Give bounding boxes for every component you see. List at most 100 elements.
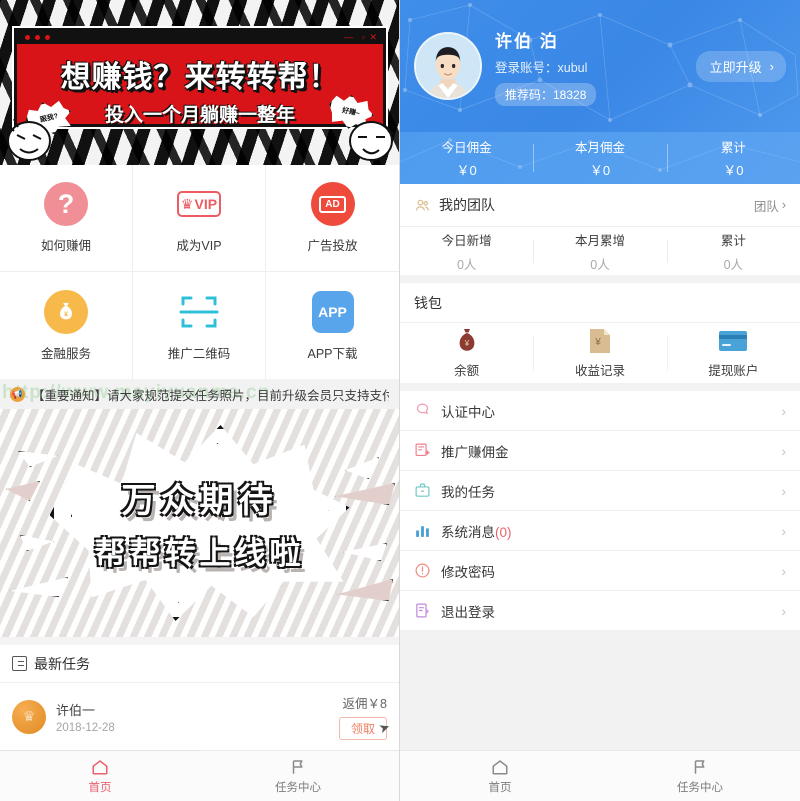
promote-earn-icon (414, 442, 431, 459)
task-right: 返佣￥8 领取 ➤ (338, 693, 392, 740)
notice-bar[interactable]: http://www.mayiyuanma.cn 📢 【重要通知】请大家规范提交… (0, 379, 399, 409)
grid-item-app-download[interactable]: APP APP下载 (266, 272, 399, 379)
menu-item-promote-earn[interactable]: 推广赚佣金 › (400, 431, 800, 471)
titlebar-dot (45, 35, 50, 40)
overlapping-tabbar-duplicate: 任务中心 首页 (198, 750, 399, 801)
cartoon-face-left-icon (2, 111, 56, 163)
team-stat-label: 今日新增 (441, 233, 492, 248)
team-stats-row: 今日新增 0人 本月累增 0人 累计 0人 (400, 227, 800, 283)
grid-item-promo-qrcode[interactable]: 推广二维码 (133, 272, 266, 379)
money-bag-icon: ¥ (44, 289, 88, 334)
home-icon (491, 758, 509, 776)
tab-task-center[interactable]: 任务中心 (600, 758, 800, 795)
grid-item-label: APP下载 (307, 346, 358, 361)
latest-tasks-title: 最新任务 (34, 655, 90, 672)
certification-icon (414, 402, 431, 419)
tab-task-center-duplicate[interactable]: 任务中心 (198, 758, 398, 795)
table-row[interactable]: ♛ 许伯一 2018-12-28 返佣￥8 领取 ➤ (0, 683, 399, 750)
upgrade-button[interactable]: 立即升级 › (695, 50, 786, 82)
referral-code-badge: 推荐码：18328 (495, 82, 597, 106)
bank-card-icon (719, 328, 748, 354)
chevron-right-icon: › (769, 58, 774, 74)
team-people-icon (414, 197, 431, 214)
avatar[interactable] (414, 32, 482, 100)
wallet-item-label: 提现账户 (708, 363, 759, 378)
latest-tasks-header: 最新任务 (0, 645, 399, 683)
claim-button[interactable]: 领取 ➤ (338, 717, 392, 740)
tab-home[interactable]: 首页 (400, 758, 600, 795)
profile-header: 许伯 泊 登录账号：xubul 推荐码：18328 立即升级 › (400, 0, 800, 132)
profile-menu-list: 认证中心 › 推广赚佣金 › 我的任务 › 系统消息(0) › 修改密码 › 退… (400, 391, 800, 631)
wallet-item-balance[interactable]: ¥ 余额 (400, 328, 533, 379)
menu-item-label: 我的任务 (441, 484, 495, 500)
team-stat-value: 0人 (590, 257, 610, 272)
tab-home[interactable]: 首页 (0, 758, 200, 795)
wallet-item-label: 余额 (454, 363, 480, 378)
user-account: 登录账号：xubul (495, 60, 588, 75)
wallet-item-withdraw-account[interactable]: 提现账户 (666, 328, 800, 379)
vip-text: VIP (194, 196, 218, 212)
menu-item-my-tasks[interactable]: 我的任务 › (400, 471, 800, 511)
commission-stats-bar: 今日佣金 ￥0 本月佣金 ￥0 累计 ￥0 (400, 132, 800, 184)
hero-headline: 想赚钱？来转转帮！ (60, 61, 340, 94)
menu-item-logout[interactable]: 退出登录 › (400, 591, 800, 631)
menu-item-certification[interactable]: 认证中心 › (400, 391, 800, 431)
stat-today-commission: 今日佣金 ￥0 (400, 137, 533, 179)
svg-text:¥: ¥ (463, 339, 469, 348)
menu-item-label: 认证中心 (441, 404, 495, 420)
feature-icon-grid: ? 如何赚佣 ♛ VIP 成为VIP AD 广告投放 ¥ 金融服务 推广二维码 … (0, 165, 399, 379)
latest-tasks-card: 最新任务 ♛ 许伯一 2018-12-28 返佣￥8 领取 ➤ (0, 645, 399, 750)
promo-line-2: 帮帮转上线啦 (94, 536, 305, 571)
task-user-name: 许伯一 (56, 702, 96, 718)
right-pane-filler (400, 631, 800, 751)
ad-billboard-icon: AD (310, 182, 355, 226)
notice-text: 【重要通知】请大家规范提交任务照片，目前升级会员只支持支付宝 (32, 388, 389, 403)
grid-item-financial-service[interactable]: ¥ 金融服务 (0, 272, 133, 379)
promo-banner[interactable]: 万众期待 帮帮转上线啦 (0, 409, 399, 637)
chart-bars-icon (414, 522, 431, 539)
menu-item-change-password[interactable]: 修改密码 › (400, 551, 800, 591)
menu-item-system-messages[interactable]: 系统消息(0) › (400, 511, 800, 551)
chevron-right-icon: › (781, 482, 786, 499)
flag-icon (691, 758, 709, 776)
close-icon: ✕ (369, 32, 377, 42)
my-team-header[interactable]: 我的团队 团队 › (400, 184, 800, 227)
vip-crown-icon: ♛ VIP (177, 182, 221, 226)
minimize-icon: — (344, 32, 353, 42)
grid-item-label: 如何赚佣 (40, 239, 91, 253)
hero-banner[interactable]: — ▫ ✕ 想赚钱？来转转帮！ 投入一个月躺赚一整年 跟我? 好赚~ (0, 0, 399, 165)
chevron-right-icon: › (781, 402, 786, 419)
stat-value: ￥0 (589, 163, 611, 178)
team-more-label: 团队 (753, 199, 779, 214)
user-avatar-icon (416, 34, 480, 98)
wallet-items-row: ¥ 余额 ¥ 收益记录 提现账户 (400, 323, 800, 391)
stat-month-commission: 本月佣金 ￥0 (533, 137, 666, 179)
team-stat-total: 累计 0人 (666, 230, 800, 273)
tab-label: 首页 (488, 781, 512, 794)
mouse-cursor-icon: ➤ (376, 718, 393, 737)
task-date: 2018-12-28 (56, 721, 115, 734)
hero-subheadline: 投入一个月躺赚一整年 (104, 105, 295, 126)
tab-label: 首页 (88, 781, 112, 794)
grid-item-how-to-earn[interactable]: ? 如何赚佣 (0, 165, 133, 272)
my-team-section: 我的团队 团队 › 今日新增 0人 本月累增 0人 累计 0人 (400, 184, 800, 283)
qr-scan-icon (177, 290, 221, 334)
wallet-title: 钱包 (400, 283, 800, 323)
tab-label: 任务中心 (677, 781, 723, 794)
promo-line-1: 万众期待 (121, 482, 278, 520)
right-pane-profile: 许伯 泊 登录账号：xubul 推荐码：18328 立即升级 › 今日佣金 ￥0 (400, 0, 800, 801)
wallet-item-earnings[interactable]: ¥ 收益记录 (533, 328, 666, 379)
team-stat-label: 累计 (720, 233, 746, 248)
wallet-section: 钱包 ¥ 余额 ¥ 收益记录 提现账户 (400, 283, 800, 391)
grid-item-advertising[interactable]: AD 广告投放 (266, 165, 399, 272)
grid-item-label: 推广二维码 (167, 346, 231, 361)
upgrade-button-label: 立即升级 (709, 59, 762, 75)
wallet-item-label: 收益记录 (574, 363, 625, 378)
question-mark-icon: ? (44, 182, 88, 226)
claim-button-label: 领取 (350, 722, 375, 736)
promo-text-block: 万众期待 帮帮转上线啦 (0, 473, 399, 573)
grid-item-become-vip[interactable]: ♛ VIP 成为VIP (133, 165, 266, 272)
team-more-link[interactable]: 团队 › (754, 196, 786, 215)
left-pane-home: — ▫ ✕ 想赚钱？来转转帮！ 投入一个月躺赚一整年 跟我? 好赚~ ? 如何赚… (0, 0, 400, 801)
task-rebate-amount: 返佣￥8 (342, 697, 387, 711)
